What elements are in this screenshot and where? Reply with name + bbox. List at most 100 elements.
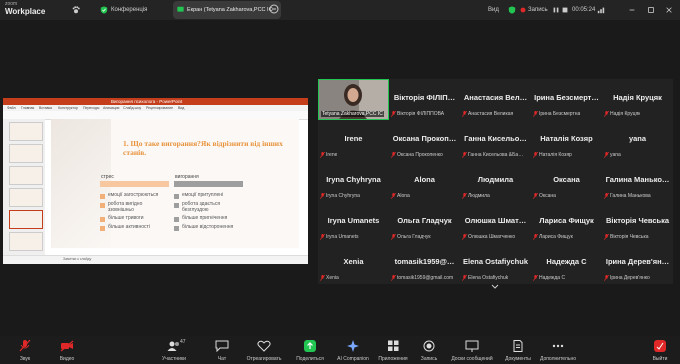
- left-item: емоції загострюються: [108, 192, 159, 198]
- shield-check-icon[interactable]: [100, 6, 108, 14]
- participant-tile[interactable]: Вікторія ФІЛІП… Вікторія ФІЛІППОВА: [389, 79, 460, 120]
- mic-muted-icon: [320, 152, 325, 158]
- participant-tile[interactable]: Ганна Кисельо… Ганна Кисельова &Ба…: [460, 120, 531, 161]
- leave-button[interactable]: Выйти: [646, 337, 674, 363]
- stop-icon[interactable]: [561, 6, 569, 14]
- participant-tile[interactable]: Людмила Людмила: [460, 161, 531, 202]
- record-button[interactable]: Запись: [415, 337, 443, 363]
- close-icon[interactable]: [665, 6, 673, 14]
- mic-muted-icon: [533, 275, 538, 281]
- record-icon: [423, 340, 435, 352]
- view-menu[interactable]: Вид: [488, 7, 499, 13]
- docs-button[interactable]: Документы: [500, 337, 536, 363]
- participant-tile[interactable]: Олюшка Шмат… Олюшка Шматченко: [460, 202, 531, 243]
- participant-tile[interactable]: Лариса Фищук Лариса Фищук: [531, 202, 602, 243]
- right-item: робота здається безглуздою: [182, 201, 221, 213]
- mic-muted-icon: [604, 152, 609, 158]
- meeting-timer: 00:05:24: [572, 7, 596, 13]
- ppt-menu-6[interactable]: Слайд-шоу: [123, 106, 141, 110]
- mic-muted-icon: [391, 234, 396, 240]
- ppt-menu-7[interactable]: Рецензирование: [146, 106, 173, 110]
- participant-tile[interactable]: Анастасия Вел… Анастасия Великая: [460, 79, 531, 120]
- participant-tile[interactable]: Ірина Безсмерт… Ірина Безсмертна: [531, 79, 602, 120]
- conference-label[interactable]: Конференція: [111, 7, 147, 13]
- document-icon: [513, 340, 523, 352]
- slide-thumbnail-selected[interactable]: [9, 210, 43, 229]
- participant-tile[interactable]: Iryna Chyhryna Iryna Chyhryna: [318, 161, 389, 202]
- bullet-right-marker: [174, 226, 179, 231]
- share-button[interactable]: Поделиться: [292, 337, 328, 363]
- participant-tile[interactable]: Наталія Козяр Наталія Козяр: [531, 120, 602, 161]
- pause-icon[interactable]: [552, 6, 560, 14]
- ppt-menu-1[interactable]: Главная: [21, 106, 34, 110]
- participant-tile[interactable]: Elena Ostafiychuk Elena Ostafiychuk: [460, 243, 531, 284]
- whiteboards-button[interactable]: Доски сообщений: [448, 337, 496, 363]
- more-dots-icon: [552, 344, 564, 348]
- recording-label[interactable]: Запись: [528, 7, 548, 13]
- video-button[interactable]: Видео: [52, 337, 82, 363]
- ai-companion-button[interactable]: AI Companion: [333, 337, 373, 363]
- participant-tile[interactable]: Irene Irene: [318, 120, 389, 161]
- mic-muted-icon: [533, 111, 538, 117]
- share-banner[interactable]: Екран (Tetyana Zakharova,PCC IC: [173, 1, 281, 19]
- participant-grid: Tetyana Zakharova,PCC IC Вікторія ФІЛІП……: [318, 79, 673, 289]
- bullet-left-marker: [100, 194, 105, 199]
- participant-tile[interactable]: Вікторія Чевська Вікторія Чевська: [602, 202, 673, 243]
- chat-icon: [215, 340, 229, 352]
- participant-tile[interactable]: Ольга Гладчук Ольга Гладчук: [389, 202, 460, 243]
- ppt-menu-2[interactable]: Вставка: [39, 106, 52, 110]
- participant-tile[interactable]: yana yana: [602, 120, 673, 161]
- apps-button[interactable]: Приложения: [374, 337, 412, 363]
- audio-button[interactable]: Звук: [10, 337, 40, 363]
- participants-button[interactable]: 47 Участники: [158, 337, 190, 363]
- ppt-menu-3[interactable]: Конструктор: [58, 106, 78, 110]
- participant-tile[interactable]: Alona Alona: [389, 161, 460, 202]
- security-icon[interactable]: [508, 6, 516, 14]
- minimize-icon[interactable]: [628, 6, 636, 14]
- right-item: більше відсторонення: [182, 224, 234, 230]
- left-item: більше тривоги: [108, 215, 144, 221]
- mic-muted-icon: [604, 275, 609, 281]
- participant-tile[interactable]: Надежда С Надежда С: [531, 243, 602, 284]
- shared-screen: Вигорання психолога - PowerPoint Файл Гл…: [3, 98, 308, 264]
- ppt-menu-8[interactable]: Вид: [178, 106, 184, 110]
- slide-thumbnail[interactable]: [9, 188, 43, 207]
- react-button[interactable]: Отреагировать: [242, 337, 286, 363]
- video-off-icon: [60, 340, 74, 352]
- ppt-titlebar: Вигорання психолога - PowerPoint: [3, 98, 308, 105]
- slide-thumbnail[interactable]: [9, 232, 43, 251]
- minus-circle-icon[interactable]: [269, 4, 279, 14]
- bullet-right-marker: [174, 194, 179, 199]
- ppt-menu-4[interactable]: Переходы: [83, 106, 99, 110]
- mic-muted-icon: [533, 152, 538, 158]
- bullet-left-marker: [100, 226, 105, 231]
- slide-thumbnail[interactable]: [9, 144, 43, 163]
- ppt-menu-0[interactable]: Файл: [7, 106, 16, 110]
- ppt-menu-5[interactable]: Анимация: [103, 106, 119, 110]
- participant-tile[interactable]: Оксана Оксана: [531, 161, 602, 202]
- chevron-down-icon[interactable]: [491, 284, 499, 289]
- participant-tile[interactable]: Галина Манько… Галина Манькова: [602, 161, 673, 202]
- heart-icon: [257, 340, 271, 352]
- participant-tile[interactable]: Надія Круцяк Надія Круцяк: [602, 79, 673, 120]
- maximize-icon[interactable]: [647, 6, 655, 14]
- participant-tile[interactable]: Ірина Дерев'ян… Ірина Дерев'янко: [602, 243, 673, 284]
- participant-tile-video[interactable]: Tetyana Zakharova,PCC IC: [318, 79, 389, 120]
- top-bar: zoom Workplace Конференція Екран (Tetyana…: [0, 0, 680, 20]
- mic-muted-icon: [391, 275, 396, 281]
- participant-tile[interactable]: Xenia Xenia: [318, 243, 389, 284]
- participant-tile[interactable]: Оксана Прокоп… Оксана Прокопенко: [389, 120, 460, 161]
- slide-thumbnail[interactable]: [9, 166, 43, 185]
- more-button[interactable]: Дополнительно: [536, 337, 580, 363]
- slide-thumbnail[interactable]: [9, 122, 43, 141]
- bullet-left-marker: [100, 203, 105, 208]
- chat-button[interactable]: Чат: [210, 337, 234, 363]
- mic-muted-icon: [533, 234, 538, 240]
- sparkle-icon: [347, 340, 359, 352]
- mic-muted-icon: [533, 193, 538, 199]
- column-left-bar: [100, 181, 169, 187]
- paw-icon[interactable]: [72, 6, 80, 14]
- participant-tile[interactable]: Iryna Umanets Iryna Umanets: [318, 202, 389, 243]
- left-item: робота вигідно ззовнішньо: [108, 201, 143, 213]
- participant-tile[interactable]: tomasik1959@… tomasik1959@gmail.com: [389, 243, 460, 284]
